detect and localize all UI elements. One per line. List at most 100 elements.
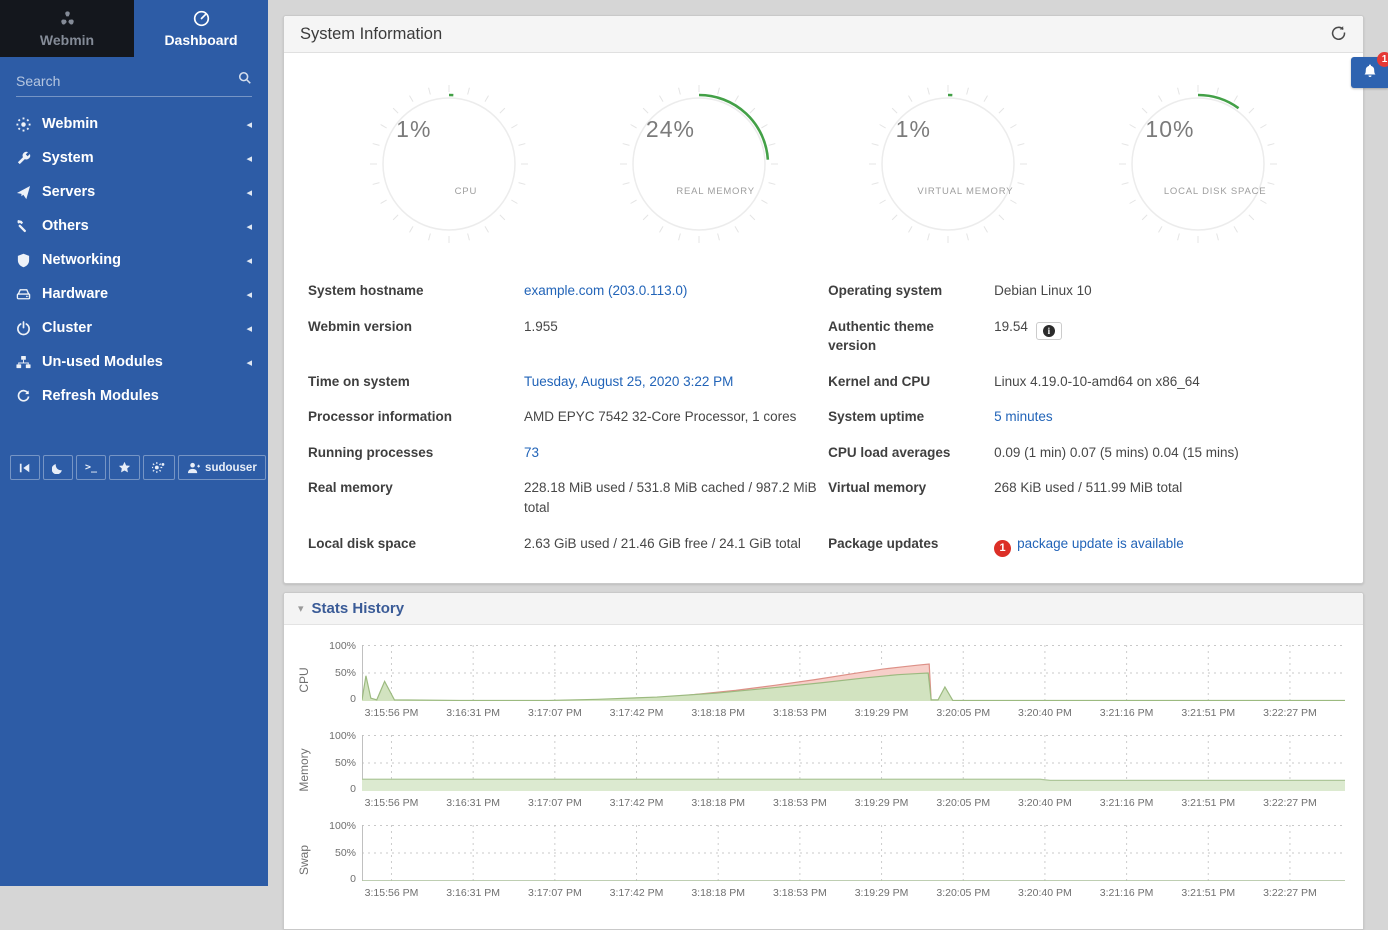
info-value: 19.54i (994, 309, 1339, 364)
info-label: Operating system (828, 273, 988, 309)
gauge-real-memory: 24%REAL MEMORY (614, 79, 784, 249)
sidebar-item-label: System (42, 150, 246, 166)
theme-info-button[interactable]: i (1036, 322, 1062, 340)
info-label-text: Package updates (828, 536, 938, 551)
stats-history-header[interactable]: ▾ Stats History (284, 593, 1363, 625)
info-value-link[interactable]: package update is available (1017, 536, 1184, 551)
info-icon: i (1043, 325, 1055, 337)
tab-webmin[interactable]: Webmin (0, 0, 134, 57)
x-tick-label: 3:17:42 PM (610, 887, 664, 899)
notification-badge: 1 (1377, 52, 1388, 67)
shield-icon (16, 253, 42, 268)
info-value-link[interactable]: Tuesday, August 25, 2020 3:22 PM (524, 374, 733, 389)
sidebar-item-label: Webmin (42, 116, 246, 132)
search-icon[interactable] (238, 71, 252, 90)
info-label: Local disk space (308, 526, 518, 565)
sidebar-item-label: Cluster (42, 320, 246, 336)
notifications-button[interactable]: 1 (1351, 57, 1388, 88)
sidebar-item-un-used-modules[interactable]: Un-used Modules◂ (0, 345, 268, 379)
gauge-value: 1% (396, 116, 431, 143)
refresh-icon (1330, 24, 1347, 44)
theme-settings-button[interactable] (143, 455, 175, 480)
gauge-value: 10% (1145, 116, 1194, 143)
info-value-text: 2.63 GiB used / 21.46 GiB free / 24.1 Gi… (524, 536, 801, 551)
info-label-text: Processor information (308, 409, 452, 424)
user-button[interactable]: sudouser (178, 455, 266, 480)
y-tick-label: 0 (350, 873, 356, 885)
caret-left-icon: ◂ (246, 288, 252, 301)
sidebar-item-networking[interactable]: Networking◂ (0, 243, 268, 277)
caret-left-icon: ◂ (246, 322, 252, 335)
info-label: Authentic theme version (828, 309, 988, 364)
info-label: Real memory (308, 470, 518, 525)
sidebar-item-cluster[interactable]: Cluster◂ (0, 311, 268, 345)
info-value-text: 228.18 MiB used / 531.8 MiB cached / 987… (524, 480, 817, 515)
x-tick-label: 3:20:05 PM (936, 797, 990, 809)
gauge-label: VIRTUAL MEMORY (880, 186, 1050, 197)
chart-ylabel: CPU (297, 667, 311, 692)
gauge-local-disk-space: 10%LOCAL DISK SPACE (1113, 79, 1283, 249)
x-tick-label: 3:17:07 PM (528, 707, 582, 719)
sidebar-nav: Webmin◂System◂Servers◂Others◂Networking◂… (0, 107, 268, 413)
tab-dashboard-label: Dashboard (164, 32, 237, 48)
y-tick-label: 100% (329, 640, 356, 652)
sidebar-item-servers[interactable]: Servers◂ (0, 175, 268, 209)
y-tick-label: 50% (335, 667, 356, 679)
sidebar-search (16, 71, 252, 97)
x-tick-label: 3:17:42 PM (610, 707, 664, 719)
x-tick-label: 3:18:18 PM (691, 797, 745, 809)
info-value: Tuesday, August 25, 2020 3:22 PM (524, 364, 822, 400)
tab-dashboard[interactable]: Dashboard (134, 0, 268, 57)
x-axis-labels: 3:15:56 PM3:16:31 PM3:17:07 PM3:17:42 PM… (362, 704, 1345, 722)
hdd-icon (16, 287, 42, 302)
sidebar-item-label: Servers (42, 184, 246, 200)
refresh-button[interactable] (1330, 24, 1347, 44)
sidebar-item-label: Un-used Modules (42, 354, 246, 370)
tools-icon (16, 219, 42, 234)
sidebar-item-label: Others (42, 218, 246, 234)
sidebar-item-label: Hardware (42, 286, 246, 302)
webmin-logo-icon (59, 10, 76, 28)
refresh-icon (16, 389, 42, 404)
x-axis-labels: 3:15:56 PM3:16:31 PM3:17:07 PM3:17:42 PM… (362, 884, 1345, 902)
info-value-link[interactable]: 73 (524, 445, 539, 460)
x-tick-label: 3:20:05 PM (936, 887, 990, 899)
sidebar-item-hardware[interactable]: Hardware◂ (0, 277, 268, 311)
x-tick-label: 3:18:18 PM (691, 707, 745, 719)
sidebar-item-system[interactable]: System◂ (0, 141, 268, 175)
info-value-link[interactable]: 5 minutes (994, 409, 1053, 424)
search-input[interactable] (16, 73, 238, 89)
x-tick-label: 3:18:18 PM (691, 887, 745, 899)
sidebar-item-label: Networking (42, 252, 246, 268)
info-label-text: Time on system (308, 374, 410, 389)
info-label: Time on system (308, 364, 518, 400)
y-tick-label: 100% (329, 730, 356, 742)
info-value-text: 268 KiB used / 511.99 MiB total (994, 480, 1182, 495)
gauge-virtual-memory: 1%VIRTUAL MEMORY (863, 79, 1033, 249)
collapse-sidebar-button[interactable] (10, 455, 40, 480)
x-tick-label: 3:21:51 PM (1181, 797, 1235, 809)
system-info-table: System hostname example.com (203.0.113.0)… (284, 259, 1363, 583)
info-label: Package updates (828, 526, 988, 565)
sidebar-item-others[interactable]: Others◂ (0, 209, 268, 243)
info-value-link[interactable]: example.com (203.0.113.0) (524, 283, 687, 298)
sidebar-item-webmin[interactable]: Webmin◂ (0, 107, 268, 141)
x-tick-label: 3:22:27 PM (1263, 797, 1317, 809)
terminal-button[interactable]: >_ (76, 455, 106, 480)
night-mode-button[interactable] (43, 455, 73, 480)
gauge-cpu: 1%CPU (364, 79, 534, 249)
chart-ylabel: Swap (297, 845, 311, 875)
x-tick-label: 3:21:51 PM (1181, 887, 1235, 899)
system-information-panel: System Information 1%CPU24%REAL MEMORY1%… (283, 15, 1364, 584)
info-label-text: Real memory (308, 480, 393, 495)
gauge-value: 1% (896, 116, 931, 143)
sidebar-item-label: Refresh Modules (42, 388, 252, 404)
user-name: sudouser (205, 462, 257, 474)
favorites-button[interactable] (109, 455, 140, 480)
sidebar-item-refresh-modules[interactable]: Refresh Modules (0, 379, 268, 413)
x-tick-label: 3:15:56 PM (365, 887, 419, 899)
info-value: 228.18 MiB used / 531.8 MiB cached / 987… (524, 470, 822, 525)
info-label: System hostname (308, 273, 518, 309)
x-tick-label: 3:21:16 PM (1100, 707, 1154, 719)
dashboard-gauge-icon (193, 10, 210, 28)
